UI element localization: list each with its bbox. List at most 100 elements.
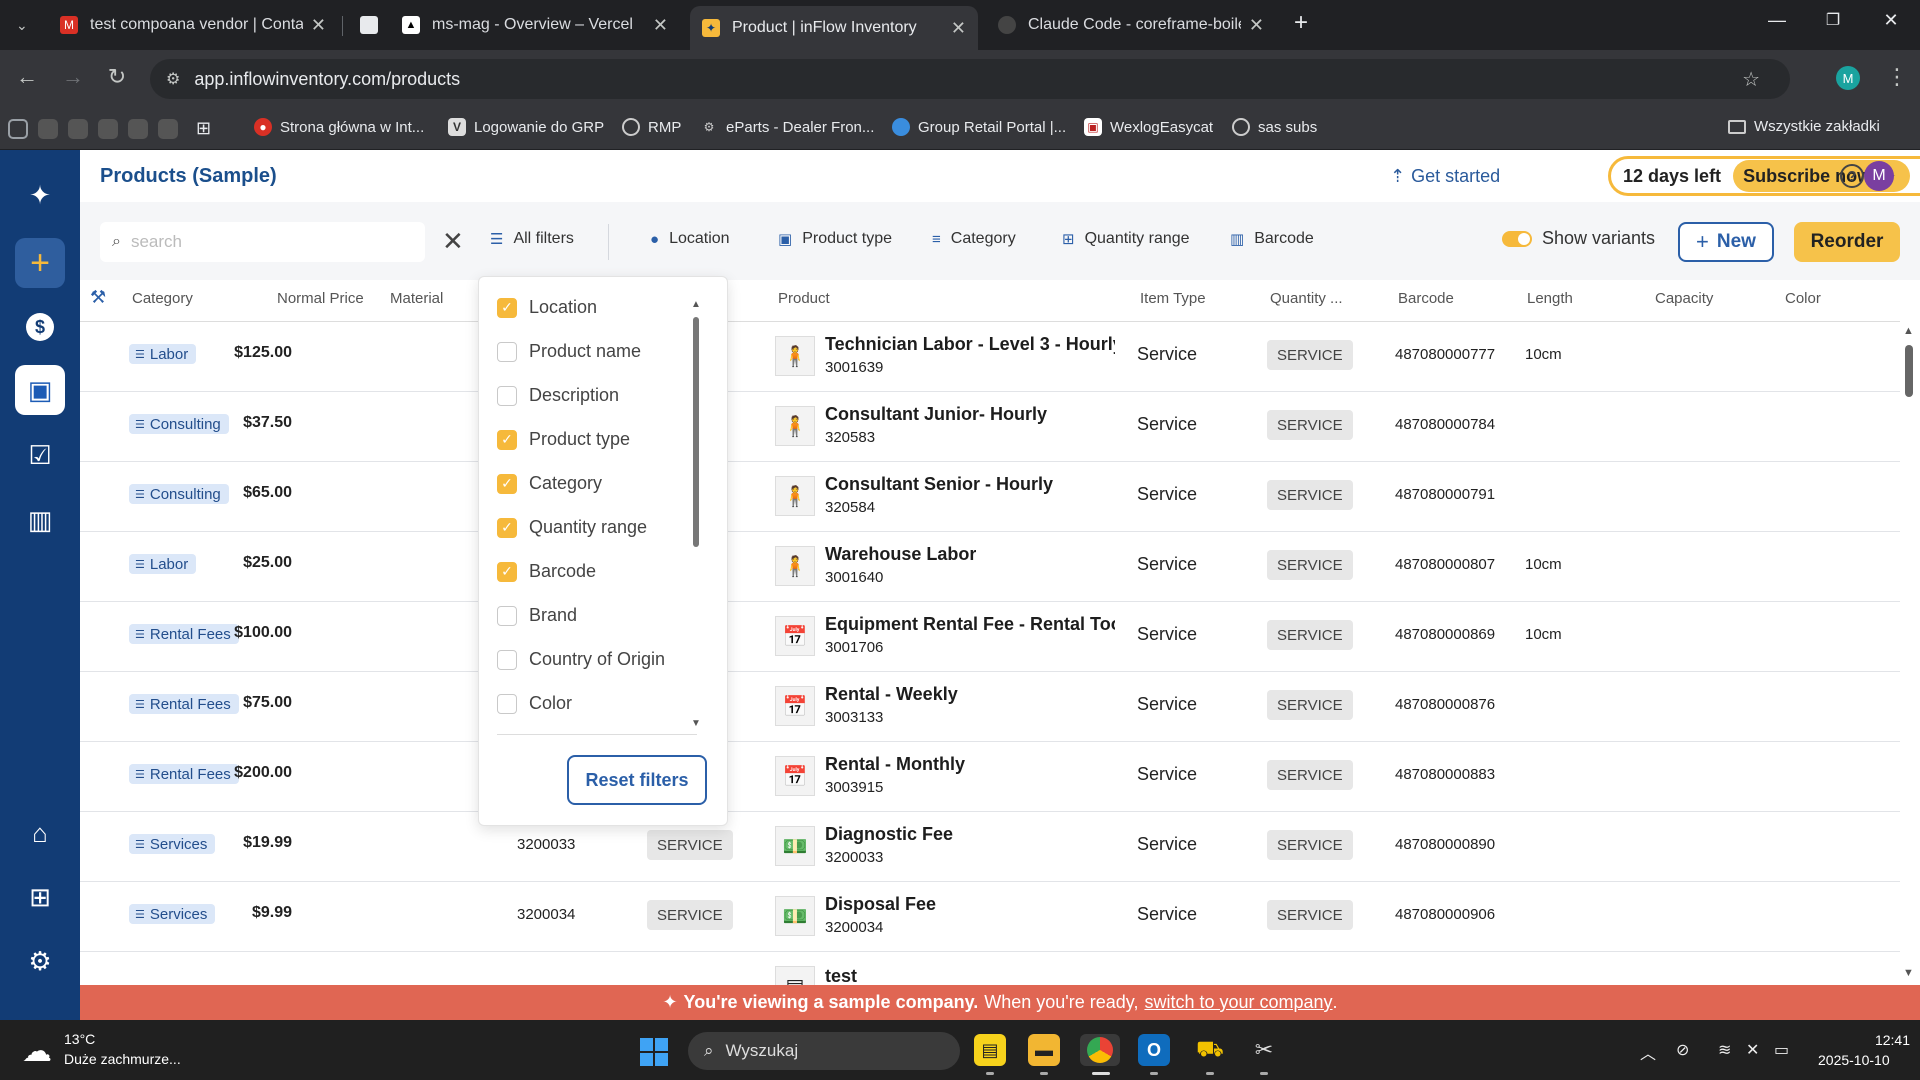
weather-cloud-icon[interactable]: ☁ <box>22 1034 52 1069</box>
tab-group-icon[interactable] <box>128 119 148 139</box>
wifi-icon[interactable]: ≋ <box>1718 1040 1731 1060</box>
filter-option-color[interactable]: Color <box>497 693 572 714</box>
tab-gmail[interactable]: M test compoana vendor | Contac ✕ <box>48 8 338 42</box>
restore-icon[interactable]: ❐ <box>1818 10 1848 30</box>
filter-chip-barcode[interactable]: ▥ Barcode <box>1230 230 1314 248</box>
filter-option-barcode[interactable]: ✓ Barcode <box>497 561 596 582</box>
create-new-icon[interactable]: + <box>15 238 65 288</box>
filter-option-category[interactable]: ✓ Category <box>497 473 602 494</box>
wrench-icon[interactable]: ⚒ <box>90 287 106 308</box>
filter-option-quantity-range[interactable]: ✓ Quantity range <box>497 517 647 538</box>
tab-blank[interactable] <box>348 8 388 42</box>
tab-group-icon[interactable] <box>38 119 58 139</box>
product-name[interactable]: Disposal Fee <box>825 894 936 915</box>
bookmark-item[interactable]: V Logowanie do GRP <box>448 118 604 136</box>
all-filters-button[interactable]: ☰ All filters <box>490 230 574 248</box>
snipping-tool-icon[interactable]: ✂ <box>1248 1034 1280 1066</box>
scroll-up-icon[interactable]: ▲ <box>691 299 701 310</box>
column-header-category[interactable]: Category <box>132 290 193 307</box>
search-input[interactable] <box>130 232 391 252</box>
minimize-icon[interactable]: — <box>1762 10 1792 31</box>
weather-description[interactable]: Duże zachmurze... <box>64 1051 181 1067</box>
tab-inflow[interactable]: ✦ Product | inFlow Inventory ✕ <box>690 6 978 50</box>
network-off-icon[interactable]: ⊘ <box>1676 1040 1689 1060</box>
table-row[interactable]: ☰ Rental Fees $100.00 📅 Equipment Rental … <box>80 602 1900 672</box>
close-window-icon[interactable]: ✕ <box>1876 10 1906 31</box>
toggle-switch[interactable] <box>1502 230 1532 247</box>
checkbox[interactable] <box>497 605 517 626</box>
clear-search-icon[interactable]: ✕ <box>442 226 464 257</box>
product-name[interactable]: Rental - Monthly <box>825 754 965 775</box>
filter-option-description[interactable]: Description <box>497 385 619 406</box>
product-name[interactable]: Warehouse Labor <box>825 544 976 565</box>
address-bar[interactable]: ⚙ app.inflowinventory.com/products ☆ <box>150 59 1790 99</box>
get-started-link[interactable]: ⇡ Get started <box>1390 166 1500 187</box>
product-name[interactable]: Consultant Junior- Hourly <box>825 404 1047 425</box>
close-icon[interactable]: ✕ <box>311 15 326 36</box>
close-icon[interactable]: ✕ <box>653 15 668 36</box>
column-header-material[interactable]: Material <box>390 290 443 307</box>
scroll-up-icon[interactable]: ▲ <box>1903 325 1914 337</box>
site-info-icon[interactable]: ⚙ <box>166 69 180 89</box>
outlook-icon[interactable]: O <box>1138 1034 1170 1066</box>
sticky-notes-icon[interactable]: ▤ <box>974 1034 1006 1066</box>
table-row[interactable]: ☰ Consulting $37.50 🧍 Consultant Junior- … <box>80 392 1900 462</box>
column-header-product[interactable]: Product <box>778 290 830 307</box>
column-header-length[interactable]: Length <box>1527 290 1573 307</box>
filter-option-product-type[interactable]: ✓ Product type <box>497 429 630 450</box>
new-tab-button[interactable]: + <box>1286 9 1316 37</box>
reports-chart-icon[interactable]: ▥ <box>15 495 65 545</box>
reload-icon[interactable]: ↻ <box>102 64 132 90</box>
show-variants-toggle[interactable]: Show variants <box>1502 228 1655 249</box>
checkbox[interactable]: ✓ <box>497 297 517 318</box>
filter-chip-location[interactable]: ● Location <box>650 230 730 248</box>
bookmark-item[interactable]: Group Retail Portal |... <box>892 118 1066 136</box>
switch-company-link[interactable]: switch to your company <box>1144 992 1332 1013</box>
bookmark-star-icon[interactable]: ☆ <box>1742 67 1760 92</box>
filter-chip-quantity-range[interactable]: ⊞ Quantity range <box>1062 230 1190 248</box>
column-header-barcode[interactable]: Barcode <box>1398 290 1454 307</box>
chrome-icon[interactable] <box>1080 1034 1120 1066</box>
integrations-icon[interactable]: ⊞ <box>15 872 65 922</box>
checkbox[interactable]: ✓ <box>497 473 517 494</box>
checkbox[interactable] <box>497 341 517 362</box>
clock-date[interactable]: 2025-10-10 <box>1818 1052 1890 1068</box>
filter-chip-product-type[interactable]: ▣ Product type <box>778 230 892 248</box>
volume-mute-icon[interactable]: ✕ <box>1746 1040 1759 1060</box>
search-box[interactable]: ⌕ <box>100 222 425 262</box>
tab-group-icon[interactable] <box>98 119 118 139</box>
product-name[interactable]: Equipment Rental Fee - Rental Tool / P <box>825 614 1115 635</box>
windows-start-icon[interactable] <box>640 1038 668 1066</box>
scrollbar-thumb[interactable] <box>1905 345 1913 397</box>
tab-vercel[interactable]: ▲ ms-mag - Overview – Vercel ✕ <box>390 8 680 42</box>
checkbox[interactable] <box>497 649 517 670</box>
column-header-item-type[interactable]: Item Type <box>1140 290 1206 307</box>
column-header-color[interactable]: Color <box>1785 290 1821 307</box>
sales-dollar-icon[interactable]: $ <box>15 302 65 352</box>
product-name[interactable]: test <box>825 966 857 985</box>
column-header-normal-price[interactable]: Normal Price <box>277 290 364 307</box>
store-icon[interactable]: ⌂ <box>15 808 65 858</box>
bookmark-item[interactable]: ● Strona główna w Int... <box>254 118 424 136</box>
column-header-quantity[interactable]: Quantity ... <box>1270 290 1343 307</box>
table-row[interactable]: ☰ Services $9.99 3200034 SERVICE 💵 Dispos… <box>80 882 1900 952</box>
filter-option-product-name[interactable]: Product name <box>497 341 641 362</box>
scrollbar-thumb[interactable] <box>693 317 699 547</box>
reorder-button[interactable]: Reorder <box>1794 222 1900 262</box>
product-name[interactable]: Rental - Weekly <box>825 684 958 705</box>
inflow-logo-icon[interactable]: ✦ <box>15 170 65 220</box>
table-row[interactable]: ☰ Services $19.99 3200033 SERVICE 💵 Diagn… <box>80 812 1900 882</box>
clipboard-check-icon[interactable]: ☑ <box>15 430 65 480</box>
scroll-down-icon[interactable]: ▼ <box>691 718 701 729</box>
weather-temperature[interactable]: 13°C <box>64 1031 95 1047</box>
tab-group-icon[interactable] <box>8 119 28 139</box>
checkbox[interactable]: ✓ <box>497 517 517 538</box>
bookmark-item[interactable]: ▣ WexlogEasycat <box>1084 118 1213 136</box>
user-avatar[interactable]: M <box>1864 161 1894 191</box>
profile-avatar[interactable]: M <box>1836 66 1860 90</box>
product-name[interactable]: Consultant Senior - Hourly <box>825 474 1053 495</box>
table-scrollbar[interactable]: ▲ ▼ <box>1900 325 1916 980</box>
tray-chevron-up-icon[interactable]: ︿ <box>1640 1040 1656 1064</box>
close-icon[interactable]: ✕ <box>951 18 966 39</box>
file-explorer-icon[interactable]: ▬ <box>1028 1034 1060 1066</box>
